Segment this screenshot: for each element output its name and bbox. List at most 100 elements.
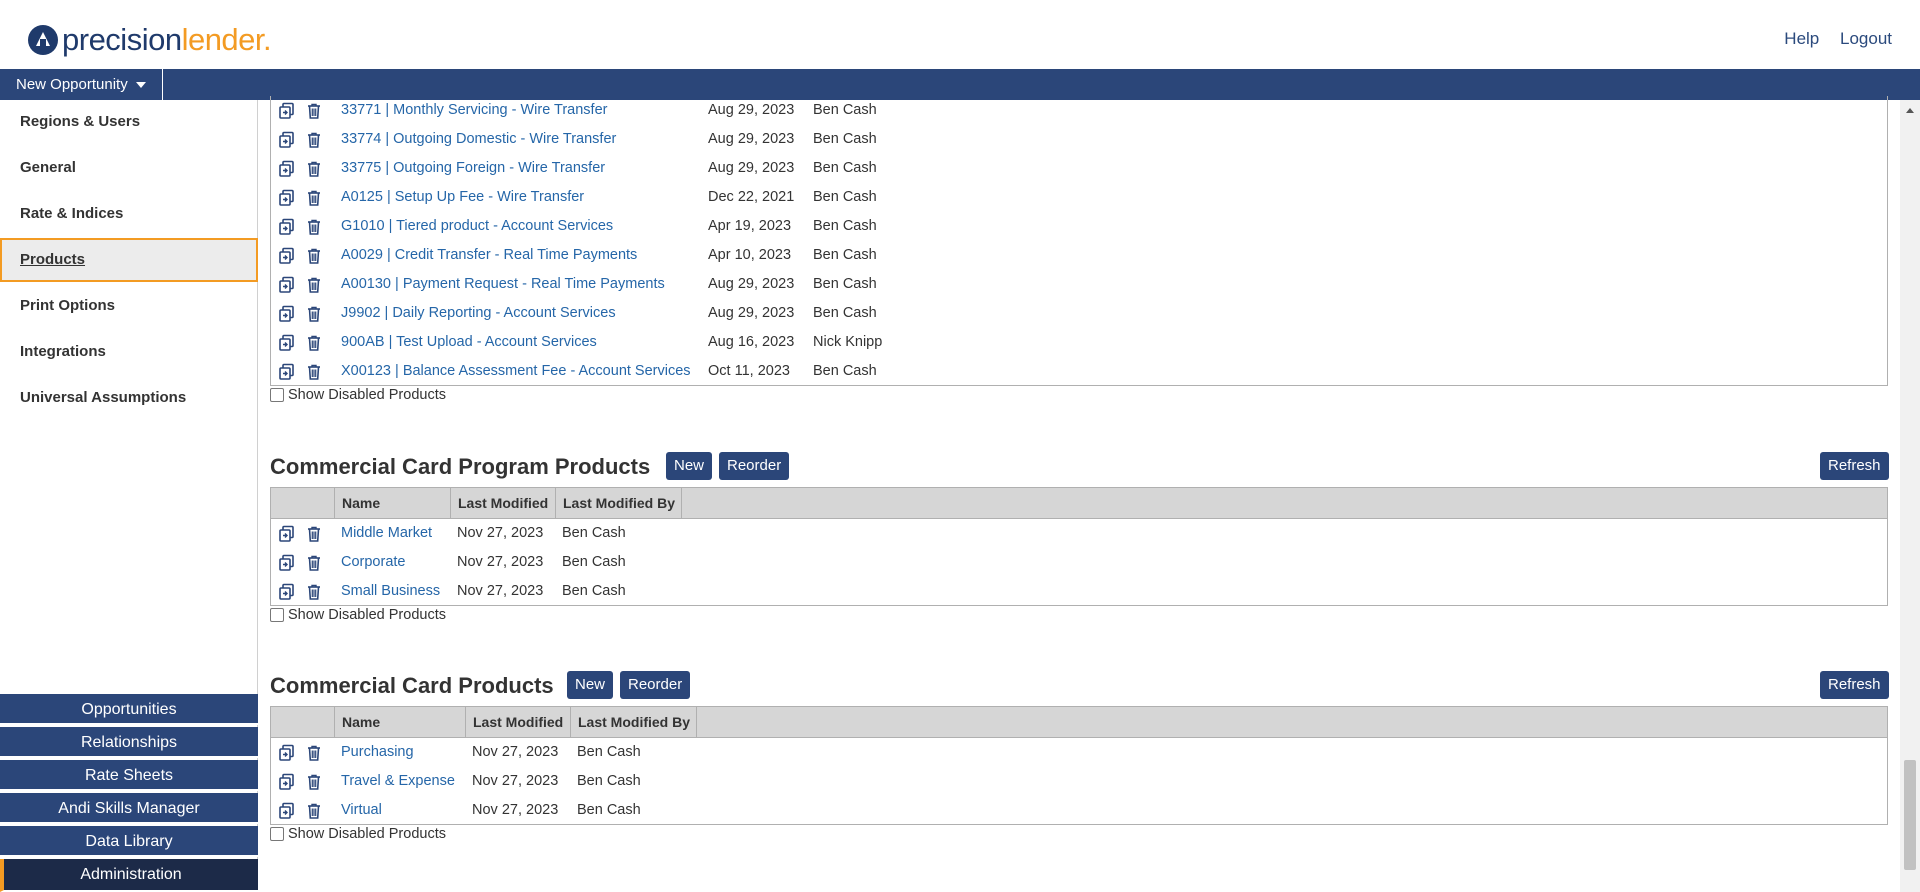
copy-icon[interactable]	[278, 525, 296, 543]
cc-refresh-button[interactable]: Refresh	[1820, 671, 1889, 699]
trash-icon[interactable]	[305, 583, 323, 601]
ccp-reorder-button[interactable]: Reorder	[719, 452, 790, 480]
ccp-table: Name Last Modified Last Modified By Midd…	[270, 487, 1888, 606]
show-disabled-checkbox[interactable]	[270, 388, 284, 402]
product-name-link[interactable]: 33775 | Outgoing Foreign - Wire Transfer	[341, 160, 605, 176]
col-last-modified[interactable]: Last Modified	[465, 707, 570, 737]
table-row: Small Business Nov 27, 2023 Ben Cash	[271, 577, 1887, 606]
cc-reorder-button[interactable]: Reorder	[620, 671, 691, 699]
trash-icon[interactable]	[305, 334, 323, 352]
last-modified-by-cell: Ben Cash	[577, 744, 641, 760]
product-name-link[interactable]: 900AB | Test Upload - Account Services	[341, 334, 597, 350]
trash-icon[interactable]	[305, 218, 323, 236]
new-opportunity-dropdown[interactable]: New Opportunity	[0, 69, 163, 100]
copy-icon[interactable]	[278, 247, 296, 265]
last-modified-by-cell: Ben Cash	[577, 773, 641, 789]
table-row: 33775 | Outgoing Foreign - Wire Transfer…	[271, 154, 1887, 183]
product-name-link[interactable]: 33774 | Outgoing Domestic - Wire Transfe…	[341, 131, 616, 147]
trash-icon[interactable]	[305, 189, 323, 207]
col-last-modified-by[interactable]: Last Modified By	[570, 707, 697, 737]
product-name-link[interactable]: A0125 | Setup Up Fee - Wire Transfer	[341, 189, 584, 205]
copy-icon[interactable]	[278, 276, 296, 294]
col-name[interactable]: Name	[334, 707, 465, 737]
trash-icon[interactable]	[305, 744, 323, 762]
sidebar-item-rate-indices[interactable]: Rate & Indices	[0, 192, 258, 236]
last-modified-cell: Nov 27, 2023	[457, 554, 544, 570]
product-name-link[interactable]: 33771 | Monthly Servicing - Wire Transfe…	[341, 102, 607, 118]
sidebar-item-general[interactable]: General	[0, 146, 258, 190]
product-name-link[interactable]: Small Business	[341, 583, 440, 599]
product-name-link[interactable]: Corporate	[341, 554, 405, 570]
trash-icon[interactable]	[305, 102, 323, 120]
cc-new-button[interactable]: New	[567, 671, 614, 699]
trash-icon[interactable]	[305, 160, 323, 178]
trash-icon[interactable]	[305, 247, 323, 265]
col-last-modified-by[interactable]: Last Modified By	[555, 488, 682, 518]
copy-icon[interactable]	[278, 160, 296, 178]
product-name-link[interactable]: Middle Market	[341, 525, 432, 541]
nav-relationships[interactable]: Relationships	[0, 727, 258, 758]
copy-icon[interactable]	[278, 305, 296, 323]
col-last-modified[interactable]: Last Modified	[450, 488, 555, 518]
sidebar-item-integrations[interactable]: Integrations	[0, 330, 258, 374]
last-modified-by-cell: Ben Cash	[577, 802, 641, 818]
nav-data-library[interactable]: Data Library	[0, 826, 258, 857]
table-row: 33774 | Outgoing Domestic - Wire Transfe…	[271, 125, 1887, 154]
copy-icon[interactable]	[278, 744, 296, 762]
trash-icon[interactable]	[305, 276, 323, 294]
ccp-new-button[interactable]: New	[666, 452, 713, 480]
sidebar-item-universal-assumptions[interactable]: Universal Assumptions	[0, 376, 258, 420]
copy-icon[interactable]	[278, 773, 296, 791]
product-name-link[interactable]: A0029 | Credit Transfer - Real Time Paym…	[341, 247, 637, 263]
trash-icon[interactable]	[305, 363, 323, 381]
scroll-up-icon[interactable]	[1906, 108, 1914, 113]
sidebar-item-print-options[interactable]: Print Options	[0, 284, 258, 328]
copy-icon[interactable]	[278, 218, 296, 236]
table-row: A0029 | Credit Transfer - Real Time Paym…	[271, 241, 1887, 270]
trash-icon[interactable]	[305, 554, 323, 572]
copy-icon[interactable]	[278, 334, 296, 352]
scrollbar[interactable]	[1900, 100, 1920, 892]
product-name-link[interactable]: X00123 | Balance Assessment Fee - Accoun…	[341, 363, 691, 379]
last-modified-by-cell: Ben Cash	[813, 305, 877, 321]
product-name-link[interactable]: Purchasing	[341, 744, 414, 760]
product-name-link[interactable]: G1010 | Tiered product - Account Service…	[341, 218, 613, 234]
trash-icon[interactable]	[305, 131, 323, 149]
nav-andi-skills-manager[interactable]: Andi Skills Manager	[0, 793, 258, 824]
trash-icon[interactable]	[305, 773, 323, 791]
section-title-ccp: Commercial Card Program Products	[270, 454, 651, 479]
scrollbar-thumb[interactable]	[1904, 760, 1916, 870]
last-modified-cell: Apr 10, 2023	[708, 247, 792, 263]
show-disabled-checkbox[interactable]	[270, 827, 284, 841]
help-link[interactable]: Help	[1784, 29, 1819, 48]
nav-opportunities[interactable]: Opportunities	[0, 694, 258, 725]
product-name-link[interactable]: J9902 | Daily Reporting - Account Servic…	[341, 305, 616, 321]
trash-icon[interactable]	[305, 525, 323, 543]
nav-rate-sheets[interactable]: Rate Sheets	[0, 760, 258, 791]
logo[interactable]: precisionlender.	[28, 22, 272, 58]
copy-icon[interactable]	[278, 102, 296, 120]
ccp-refresh-button[interactable]: Refresh	[1820, 452, 1889, 480]
col-name[interactable]: Name	[334, 488, 450, 518]
copy-icon[interactable]	[278, 554, 296, 572]
product-name-link[interactable]: A00130 | Payment Request - Real Time Pay…	[341, 276, 665, 292]
logout-link[interactable]: Logout	[1840, 29, 1892, 48]
header-links: Help Logout	[1768, 29, 1892, 49]
section-title-cc: Commercial Card Products	[270, 673, 554, 698]
show-disabled-checkbox[interactable]	[270, 608, 284, 622]
copy-icon[interactable]	[278, 363, 296, 381]
trash-icon[interactable]	[305, 305, 323, 323]
copy-icon[interactable]	[278, 802, 296, 820]
copy-icon[interactable]	[278, 189, 296, 207]
copy-icon[interactable]	[278, 583, 296, 601]
nav-administration[interactable]: Administration	[0, 859, 258, 892]
show-disabled-label: Show Disabled Products	[288, 387, 446, 403]
product-name-link[interactable]: Virtual	[341, 802, 382, 818]
sidebar-item-regions-users[interactable]: Regions & Users	[0, 100, 258, 144]
trash-icon[interactable]	[305, 802, 323, 820]
product-name-link[interactable]: Travel & Expense	[341, 773, 455, 789]
sidebar-item-products[interactable]: Products	[0, 238, 258, 282]
last-modified-cell: Aug 29, 2023	[708, 131, 795, 147]
table-row: A0125 | Setup Up Fee - Wire Transfer Dec …	[271, 183, 1887, 212]
copy-icon[interactable]	[278, 131, 296, 149]
